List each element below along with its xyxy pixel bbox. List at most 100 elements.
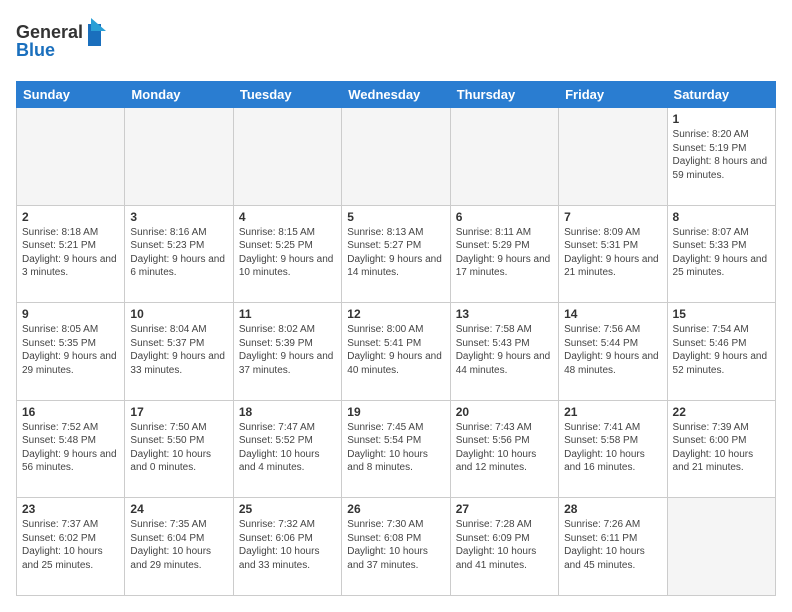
calendar-cell bbox=[450, 108, 558, 206]
calendar-cell: 17 Sunrise: 7:50 AM Sunset: 5:50 PM Dayli… bbox=[125, 400, 233, 498]
day-number: 15 bbox=[673, 307, 770, 321]
calendar-cell: 15 Sunrise: 7:54 AM Sunset: 5:46 PM Dayli… bbox=[667, 303, 775, 401]
calendar-cell: 9 Sunrise: 8:05 AM Sunset: 5:35 PM Daylig… bbox=[17, 303, 125, 401]
day-info: Sunrise: 8:00 AM Sunset: 5:41 PM Dayligh… bbox=[347, 323, 444, 377]
calendar-cell: 11 Sunrise: 8:02 AM Sunset: 5:39 PM Dayli… bbox=[233, 303, 341, 401]
day-number: 11 bbox=[239, 307, 336, 321]
day-number: 4 bbox=[239, 210, 336, 224]
calendar-cell bbox=[17, 108, 125, 206]
day-number: 27 bbox=[456, 502, 553, 516]
day-number: 22 bbox=[673, 405, 770, 419]
weekday-header-sunday: Sunday bbox=[17, 82, 125, 108]
day-number: 13 bbox=[456, 307, 553, 321]
calendar-cell: 10 Sunrise: 8:04 AM Sunset: 5:37 PM Dayli… bbox=[125, 303, 233, 401]
day-info: Sunrise: 7:28 AM Sunset: 6:09 PM Dayligh… bbox=[456, 518, 553, 572]
calendar-cell bbox=[125, 108, 233, 206]
calendar-cell: 26 Sunrise: 7:30 AM Sunset: 6:08 PM Dayli… bbox=[342, 498, 450, 596]
logo: General Blue bbox=[16, 16, 106, 71]
day-info: Sunrise: 8:20 AM Sunset: 5:19 PM Dayligh… bbox=[673, 128, 770, 182]
day-number: 14 bbox=[564, 307, 661, 321]
calendar-cell: 23Sunrise: 7:37 AM Sunset: 6:02 PM Dayli… bbox=[17, 498, 125, 596]
day-info: Sunrise: 8:02 AM Sunset: 5:39 PM Dayligh… bbox=[239, 323, 336, 377]
calendar-cell: 4 Sunrise: 8:15 AM Sunset: 5:25 PM Daylig… bbox=[233, 205, 341, 303]
calendar-cell: 12 Sunrise: 8:00 AM Sunset: 5:41 PM Dayli… bbox=[342, 303, 450, 401]
day-info: Sunrise: 8:16 AM Sunset: 5:23 PM Dayligh… bbox=[130, 226, 227, 280]
week-row-4: 16 Sunrise: 7:52 AM Sunset: 5:48 PM Dayli… bbox=[17, 400, 776, 498]
calendar-cell: 19Sunrise: 7:45 AM Sunset: 5:54 PM Dayli… bbox=[342, 400, 450, 498]
day-number: 7 bbox=[564, 210, 661, 224]
calendar-cell: 13 Sunrise: 7:58 AM Sunset: 5:43 PM Dayli… bbox=[450, 303, 558, 401]
weekday-header-friday: Friday bbox=[559, 82, 667, 108]
day-info: Sunrise: 8:11 AM Sunset: 5:29 PM Dayligh… bbox=[456, 226, 553, 280]
weekday-header-row: SundayMondayTuesdayWednesdayThursdayFrid… bbox=[17, 82, 776, 108]
day-number: 19 bbox=[347, 405, 444, 419]
day-number: 18 bbox=[239, 405, 336, 419]
day-number: 6 bbox=[456, 210, 553, 224]
week-row-1: 1Sunrise: 8:20 AM Sunset: 5:19 PM Daylig… bbox=[17, 108, 776, 206]
day-info: Sunrise: 7:41 AM Sunset: 5:58 PM Dayligh… bbox=[564, 421, 661, 475]
calendar-cell: 24 Sunrise: 7:35 AM Sunset: 6:04 PM Dayli… bbox=[125, 498, 233, 596]
day-info: Sunrise: 7:58 AM Sunset: 5:43 PM Dayligh… bbox=[456, 323, 553, 377]
day-info: Sunrise: 8:09 AM Sunset: 5:31 PM Dayligh… bbox=[564, 226, 661, 280]
calendar-cell: 14 Sunrise: 7:56 AM Sunset: 5:44 PM Dayli… bbox=[559, 303, 667, 401]
weekday-header-wednesday: Wednesday bbox=[342, 82, 450, 108]
day-info: Sunrise: 7:54 AM Sunset: 5:46 PM Dayligh… bbox=[673, 323, 770, 377]
calendar-cell bbox=[667, 498, 775, 596]
logo-icon: General Blue bbox=[16, 16, 106, 66]
day-info: Sunrise: 7:37 AM Sunset: 6:02 PM Dayligh… bbox=[22, 518, 119, 572]
day-number: 3 bbox=[130, 210, 227, 224]
day-info: Sunrise: 8:18 AM Sunset: 5:21 PM Dayligh… bbox=[22, 226, 119, 280]
calendar-cell bbox=[342, 108, 450, 206]
day-info: Sunrise: 7:56 AM Sunset: 5:44 PM Dayligh… bbox=[564, 323, 661, 377]
day-number: 16 bbox=[22, 405, 119, 419]
calendar-table: SundayMondayTuesdayWednesdayThursdayFrid… bbox=[16, 81, 776, 596]
calendar-cell bbox=[559, 108, 667, 206]
day-info: Sunrise: 7:35 AM Sunset: 6:04 PM Dayligh… bbox=[130, 518, 227, 572]
week-row-3: 9 Sunrise: 8:05 AM Sunset: 5:35 PM Daylig… bbox=[17, 303, 776, 401]
calendar-cell: 21 Sunrise: 7:41 AM Sunset: 5:58 PM Dayli… bbox=[559, 400, 667, 498]
day-number: 26 bbox=[347, 502, 444, 516]
day-info: Sunrise: 7:30 AM Sunset: 6:08 PM Dayligh… bbox=[347, 518, 444, 572]
day-info: Sunrise: 7:32 AM Sunset: 6:06 PM Dayligh… bbox=[239, 518, 336, 572]
day-info: Sunrise: 7:52 AM Sunset: 5:48 PM Dayligh… bbox=[22, 421, 119, 475]
day-info: Sunrise: 7:50 AM Sunset: 5:50 PM Dayligh… bbox=[130, 421, 227, 475]
calendar-cell: 5Sunrise: 8:13 AM Sunset: 5:27 PM Daylig… bbox=[342, 205, 450, 303]
weekday-header-saturday: Saturday bbox=[667, 82, 775, 108]
day-number: 24 bbox=[130, 502, 227, 516]
week-row-5: 23Sunrise: 7:37 AM Sunset: 6:02 PM Dayli… bbox=[17, 498, 776, 596]
svg-text:General: General bbox=[16, 22, 83, 42]
weekday-header-monday: Monday bbox=[125, 82, 233, 108]
calendar-cell: 27 Sunrise: 7:28 AM Sunset: 6:09 PM Dayli… bbox=[450, 498, 558, 596]
day-number: 20 bbox=[456, 405, 553, 419]
calendar-cell: 6 Sunrise: 8:11 AM Sunset: 5:29 PM Daylig… bbox=[450, 205, 558, 303]
day-number: 10 bbox=[130, 307, 227, 321]
day-info: Sunrise: 7:26 AM Sunset: 6:11 PM Dayligh… bbox=[564, 518, 661, 572]
page: General Blue SundayMondayTuesdayWednesda… bbox=[0, 0, 792, 612]
day-number: 12 bbox=[347, 307, 444, 321]
weekday-header-thursday: Thursday bbox=[450, 82, 558, 108]
day-info: Sunrise: 8:15 AM Sunset: 5:25 PM Dayligh… bbox=[239, 226, 336, 280]
day-number: 17 bbox=[130, 405, 227, 419]
calendar-cell bbox=[233, 108, 341, 206]
calendar-cell: 22 Sunrise: 7:39 AM Sunset: 6:00 PM Dayli… bbox=[667, 400, 775, 498]
day-info: Sunrise: 7:47 AM Sunset: 5:52 PM Dayligh… bbox=[239, 421, 336, 475]
day-number: 21 bbox=[564, 405, 661, 419]
calendar-cell: 28 Sunrise: 7:26 AM Sunset: 6:11 PM Dayli… bbox=[559, 498, 667, 596]
day-info: Sunrise: 8:04 AM Sunset: 5:37 PM Dayligh… bbox=[130, 323, 227, 377]
day-info: Sunrise: 8:07 AM Sunset: 5:33 PM Dayligh… bbox=[673, 226, 770, 280]
svg-text:Blue: Blue bbox=[16, 40, 55, 60]
day-number: 28 bbox=[564, 502, 661, 516]
day-number: 25 bbox=[239, 502, 336, 516]
calendar-cell: 1Sunrise: 8:20 AM Sunset: 5:19 PM Daylig… bbox=[667, 108, 775, 206]
header: General Blue bbox=[16, 16, 776, 71]
calendar-cell: 2 Sunrise: 8:18 AM Sunset: 5:21 PM Daylig… bbox=[17, 205, 125, 303]
day-info: Sunrise: 7:43 AM Sunset: 5:56 PM Dayligh… bbox=[456, 421, 553, 475]
day-number: 9 bbox=[22, 307, 119, 321]
day-info: Sunrise: 8:05 AM Sunset: 5:35 PM Dayligh… bbox=[22, 323, 119, 377]
calendar-cell: 18 Sunrise: 7:47 AM Sunset: 5:52 PM Dayli… bbox=[233, 400, 341, 498]
calendar-cell: 3 Sunrise: 8:16 AM Sunset: 5:23 PM Daylig… bbox=[125, 205, 233, 303]
day-number: 2 bbox=[22, 210, 119, 224]
day-number: 5 bbox=[347, 210, 444, 224]
day-info: Sunrise: 7:39 AM Sunset: 6:00 PM Dayligh… bbox=[673, 421, 770, 475]
week-row-2: 2 Sunrise: 8:18 AM Sunset: 5:21 PM Daylig… bbox=[17, 205, 776, 303]
